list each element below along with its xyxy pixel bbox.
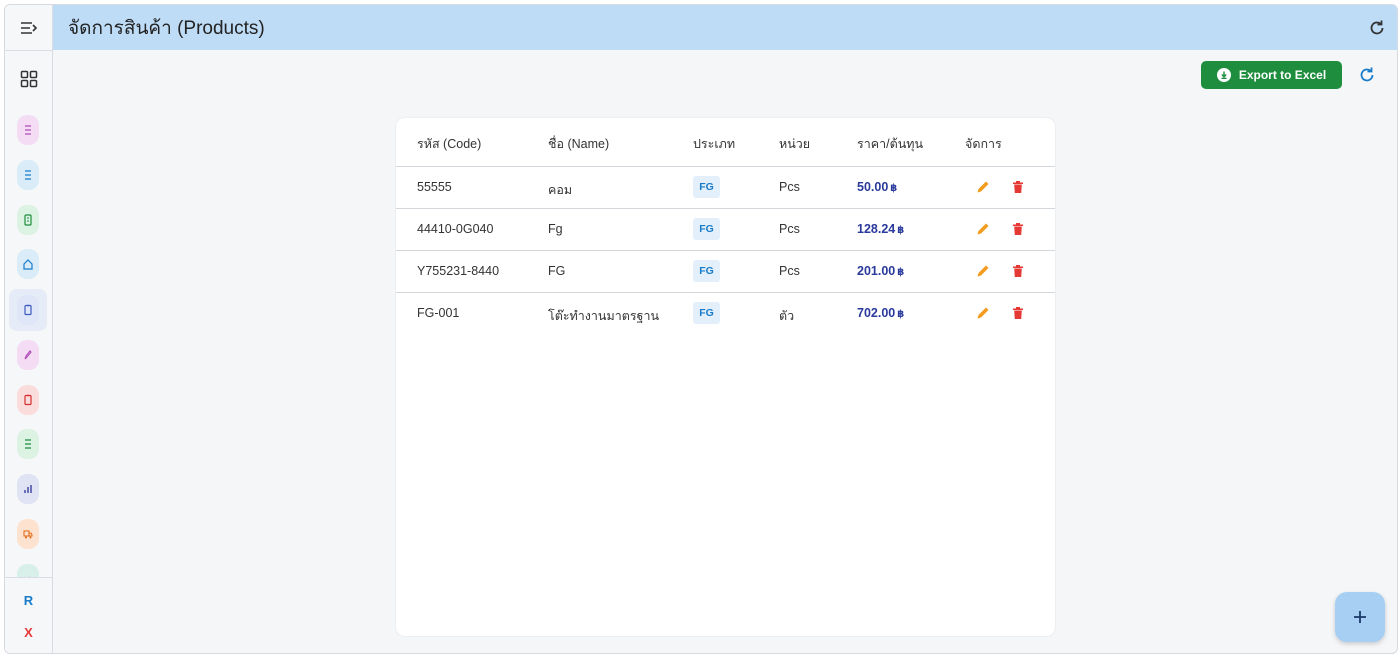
cell-unit: ตัว <box>779 309 795 323</box>
cell-code: 44410-0G040 <box>417 222 494 236</box>
sidebar: R X <box>5 5 53 653</box>
column-header-price: ราคา/ต้นทุน <box>857 137 924 151</box>
clipboard-icon <box>24 304 32 316</box>
type-badge: FG <box>693 302 720 324</box>
price-value: 201.00 <box>857 264 896 278</box>
cell-name: FG <box>548 264 566 278</box>
table-row: FG-001 โต๊ะทำงานมาตรฐาน FG ตัว 702.00 ฿ <box>396 293 1055 335</box>
table-row: Y755231-8440 FG FG Pcs 201.00 ฿ <box>396 251 1055 293</box>
column-header-unit: หน่วย <box>779 137 811 151</box>
clipboard-icon <box>24 394 32 406</box>
sidebar-item-dashboard[interactable] <box>5 51 52 107</box>
page-header: จัดการสินค้า (Products) <box>53 5 1397 50</box>
page-title: จัดการสินค้า (Products) <box>68 17 265 39</box>
column-header-name: ชื่อ (Name) <box>548 137 610 151</box>
cell-name: โต๊ะทำงานมาตรฐาน <box>548 309 660 323</box>
sidebar-item-8[interactable] <box>17 429 39 459</box>
cell-price: 702.00 ฿ <box>857 306 904 320</box>
sidebar-footer: R X <box>5 577 52 653</box>
edit-icon[interactable] <box>975 179 991 195</box>
cell-name: Fg <box>548 222 563 236</box>
grid-icon <box>20 70 37 88</box>
column-header-actions: จัดการ <box>965 137 1002 151</box>
sidebar-item-7[interactable] <box>17 385 39 415</box>
app-window: R X จัดการสินค้า (Products) Export to Ex… <box>4 4 1398 654</box>
edit-icon[interactable] <box>975 221 991 237</box>
cell-price: 201.00 ฿ <box>857 264 904 278</box>
price-value: 50.00 <box>857 180 889 194</box>
type-badge: FG <box>693 260 720 282</box>
cell-code: Y755231-8440 <box>417 264 500 278</box>
home-icon <box>23 259 33 270</box>
price-value: 128.24 <box>857 222 896 236</box>
price-value: 702.00 <box>857 306 896 320</box>
currency-symbol: ฿ <box>890 183 898 194</box>
plus-icon <box>1354 611 1366 623</box>
cell-code: 55555 <box>417 180 452 194</box>
sidebar-item-products[interactable] <box>17 295 39 325</box>
sidebar-close-button[interactable]: X <box>5 625 52 640</box>
sidebar-item-1[interactable] <box>17 115 39 145</box>
delete-icon[interactable] <box>1010 263 1026 279</box>
export-button-label: Export to Excel <box>1238 68 1327 82</box>
list-icon <box>25 125 31 135</box>
cell-price: 128.24 ฿ <box>857 222 904 236</box>
add-product-button[interactable] <box>1335 592 1385 642</box>
delete-icon[interactable] <box>1010 179 1026 195</box>
list-icon <box>25 439 31 449</box>
reload-data-icon[interactable] <box>1357 65 1377 85</box>
cell-unit: Pcs <box>779 222 800 236</box>
bar-chart-icon <box>24 485 32 493</box>
sidebar-item-9[interactable] <box>17 474 39 504</box>
currency-symbol: ฿ <box>897 309 905 320</box>
list-icon <box>25 170 31 180</box>
sidebar-toggle-button[interactable] <box>5 5 52 51</box>
table-row: 44410-0G040 Fg FG Pcs 128.24 ฿ <box>396 209 1055 251</box>
cell-code: FG-001 <box>417 306 460 320</box>
edit-icon[interactable] <box>975 305 991 321</box>
download-icon <box>1216 68 1231 82</box>
pen-icon <box>24 350 32 360</box>
edit-icon[interactable] <box>975 263 991 279</box>
type-badge: FG <box>693 218 720 240</box>
currency-symbol: ฿ <box>897 267 905 278</box>
export-excel-button[interactable]: Export to Excel <box>1201 61 1342 89</box>
cell-price: 50.00 ฿ <box>857 180 897 194</box>
sidebar-item-10[interactable] <box>17 519 39 549</box>
delete-icon[interactable] <box>1010 221 1026 237</box>
delete-icon[interactable] <box>1010 305 1026 321</box>
column-header-code: รหัส (Code) <box>417 137 482 151</box>
menu-collapse-icon <box>20 21 37 34</box>
column-header-type: ประเภท <box>693 137 736 151</box>
type-badge: FG <box>693 176 720 198</box>
table-header: รหัส (Code) ชื่อ (Name) ประเภท หน่วย ราค… <box>396 118 1055 167</box>
products-table-card: รหัส (Code) ชื่อ (Name) ประเภท หน่วย ราค… <box>395 117 1056 637</box>
sidebar-item-4[interactable] <box>17 249 39 279</box>
cell-unit: Pcs <box>779 180 800 194</box>
cell-name: คอม <box>548 183 573 197</box>
sidebar-item-2[interactable] <box>17 160 39 190</box>
sidebar-item-3[interactable] <box>17 205 39 235</box>
currency-symbol: ฿ <box>897 225 905 236</box>
sidebar-r-button[interactable]: R <box>5 593 52 608</box>
document-icon <box>24 214 32 226</box>
refresh-icon[interactable] <box>1367 18 1387 38</box>
truck-icon <box>23 530 33 539</box>
table-row: 55555 คอม FG Pcs 50.00 ฿ <box>396 167 1055 209</box>
cell-unit: Pcs <box>779 264 800 278</box>
sidebar-item-6[interactable] <box>17 340 39 370</box>
